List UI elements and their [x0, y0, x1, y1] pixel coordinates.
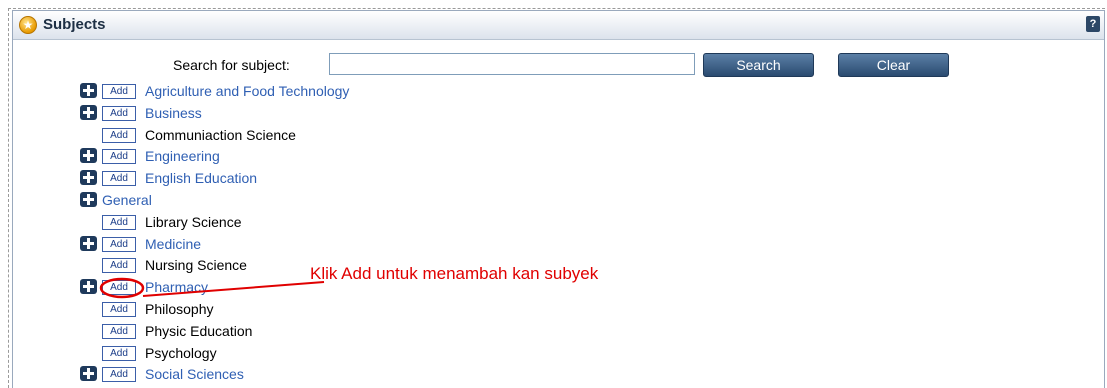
- search-button[interactable]: Search: [703, 53, 814, 77]
- add-button[interactable]: Add: [102, 105, 136, 121]
- expand-plus-icon[interactable]: [80, 148, 97, 164]
- add-button[interactable]: Add: [102, 280, 136, 296]
- clear-button[interactable]: Clear: [838, 53, 949, 77]
- subject-label[interactable]: Engineering: [145, 148, 220, 164]
- subject-row: Add Psychology: [13, 343, 1104, 365]
- subject-label[interactable]: Pharmacy: [145, 279, 208, 295]
- subject-label[interactable]: English Education: [145, 170, 257, 186]
- subjects-panel: ★ Subjects ? Search for subject: Search …: [12, 10, 1105, 388]
- subject-row: Add Library Science: [13, 212, 1104, 234]
- add-button[interactable]: Add: [102, 171, 136, 187]
- annotation-text: Klik Add untuk menambah kan subyek: [310, 264, 599, 283]
- expand-plus-icon[interactable]: [80, 192, 97, 207]
- subject-label[interactable]: Medicine: [145, 236, 201, 252]
- subject-row: Add Philosophy: [13, 299, 1104, 321]
- search-row: Search for subject: Search Clear: [13, 53, 1104, 79]
- add-button[interactable]: Add: [102, 323, 136, 339]
- subject-row: Add Physic Education: [13, 321, 1104, 343]
- expand-plus-icon[interactable]: [80, 104, 97, 120]
- subject-label: Philosophy: [145, 301, 214, 317]
- add-button[interactable]: Add: [102, 149, 136, 165]
- subject-row: Add Business: [13, 103, 1104, 125]
- subject-row: Add Medicine: [13, 234, 1104, 256]
- search-label: Search for subject:: [173, 57, 290, 73]
- expand-plus-icon[interactable]: [80, 170, 97, 186]
- search-input[interactable]: [329, 53, 695, 75]
- subject-label: Psychology: [145, 344, 217, 361]
- star-icon: ★: [19, 16, 37, 34]
- add-button[interactable]: Add: [102, 302, 136, 317]
- subject-row: Add English Education: [13, 168, 1104, 190]
- subject-label[interactable]: Social Sciences: [145, 366, 244, 382]
- expand-plus-icon[interactable]: [80, 279, 97, 295]
- help-icon[interactable]: ?: [1086, 16, 1100, 32]
- subject-row: Add Social Sciences: [13, 364, 1104, 386]
- panel-title: Subjects: [43, 16, 106, 33]
- add-button[interactable]: Add: [102, 214, 136, 230]
- subject-label: Physic Education: [145, 322, 253, 339]
- add-button[interactable]: Add: [102, 258, 136, 274]
- subject-row: Add Communiaction Science: [13, 125, 1104, 147]
- add-button[interactable]: Add: [102, 236, 136, 252]
- subject-row: Add Engineering: [13, 146, 1104, 168]
- expand-plus-icon[interactable]: [80, 366, 97, 382]
- add-button[interactable]: Add: [102, 84, 136, 99]
- add-button[interactable]: Add: [102, 367, 136, 383]
- subject-label: Communiaction Science: [145, 126, 296, 143]
- expand-plus-icon[interactable]: [80, 83, 97, 98]
- subject-row: General: [13, 190, 1104, 212]
- subject-label: Library Science: [145, 213, 242, 230]
- subject-row: Add Agriculture and Food Technology: [13, 81, 1104, 103]
- subject-label[interactable]: Business: [145, 105, 202, 121]
- expand-plus-icon[interactable]: [80, 235, 97, 251]
- subject-label: Nursing Science: [145, 257, 247, 274]
- add-button[interactable]: Add: [102, 127, 136, 143]
- subject-label[interactable]: General: [102, 192, 152, 208]
- subject-label[interactable]: Agriculture and Food Technology: [145, 83, 349, 99]
- add-button[interactable]: Add: [102, 345, 136, 361]
- panel-header: ★ Subjects ?: [13, 11, 1104, 40]
